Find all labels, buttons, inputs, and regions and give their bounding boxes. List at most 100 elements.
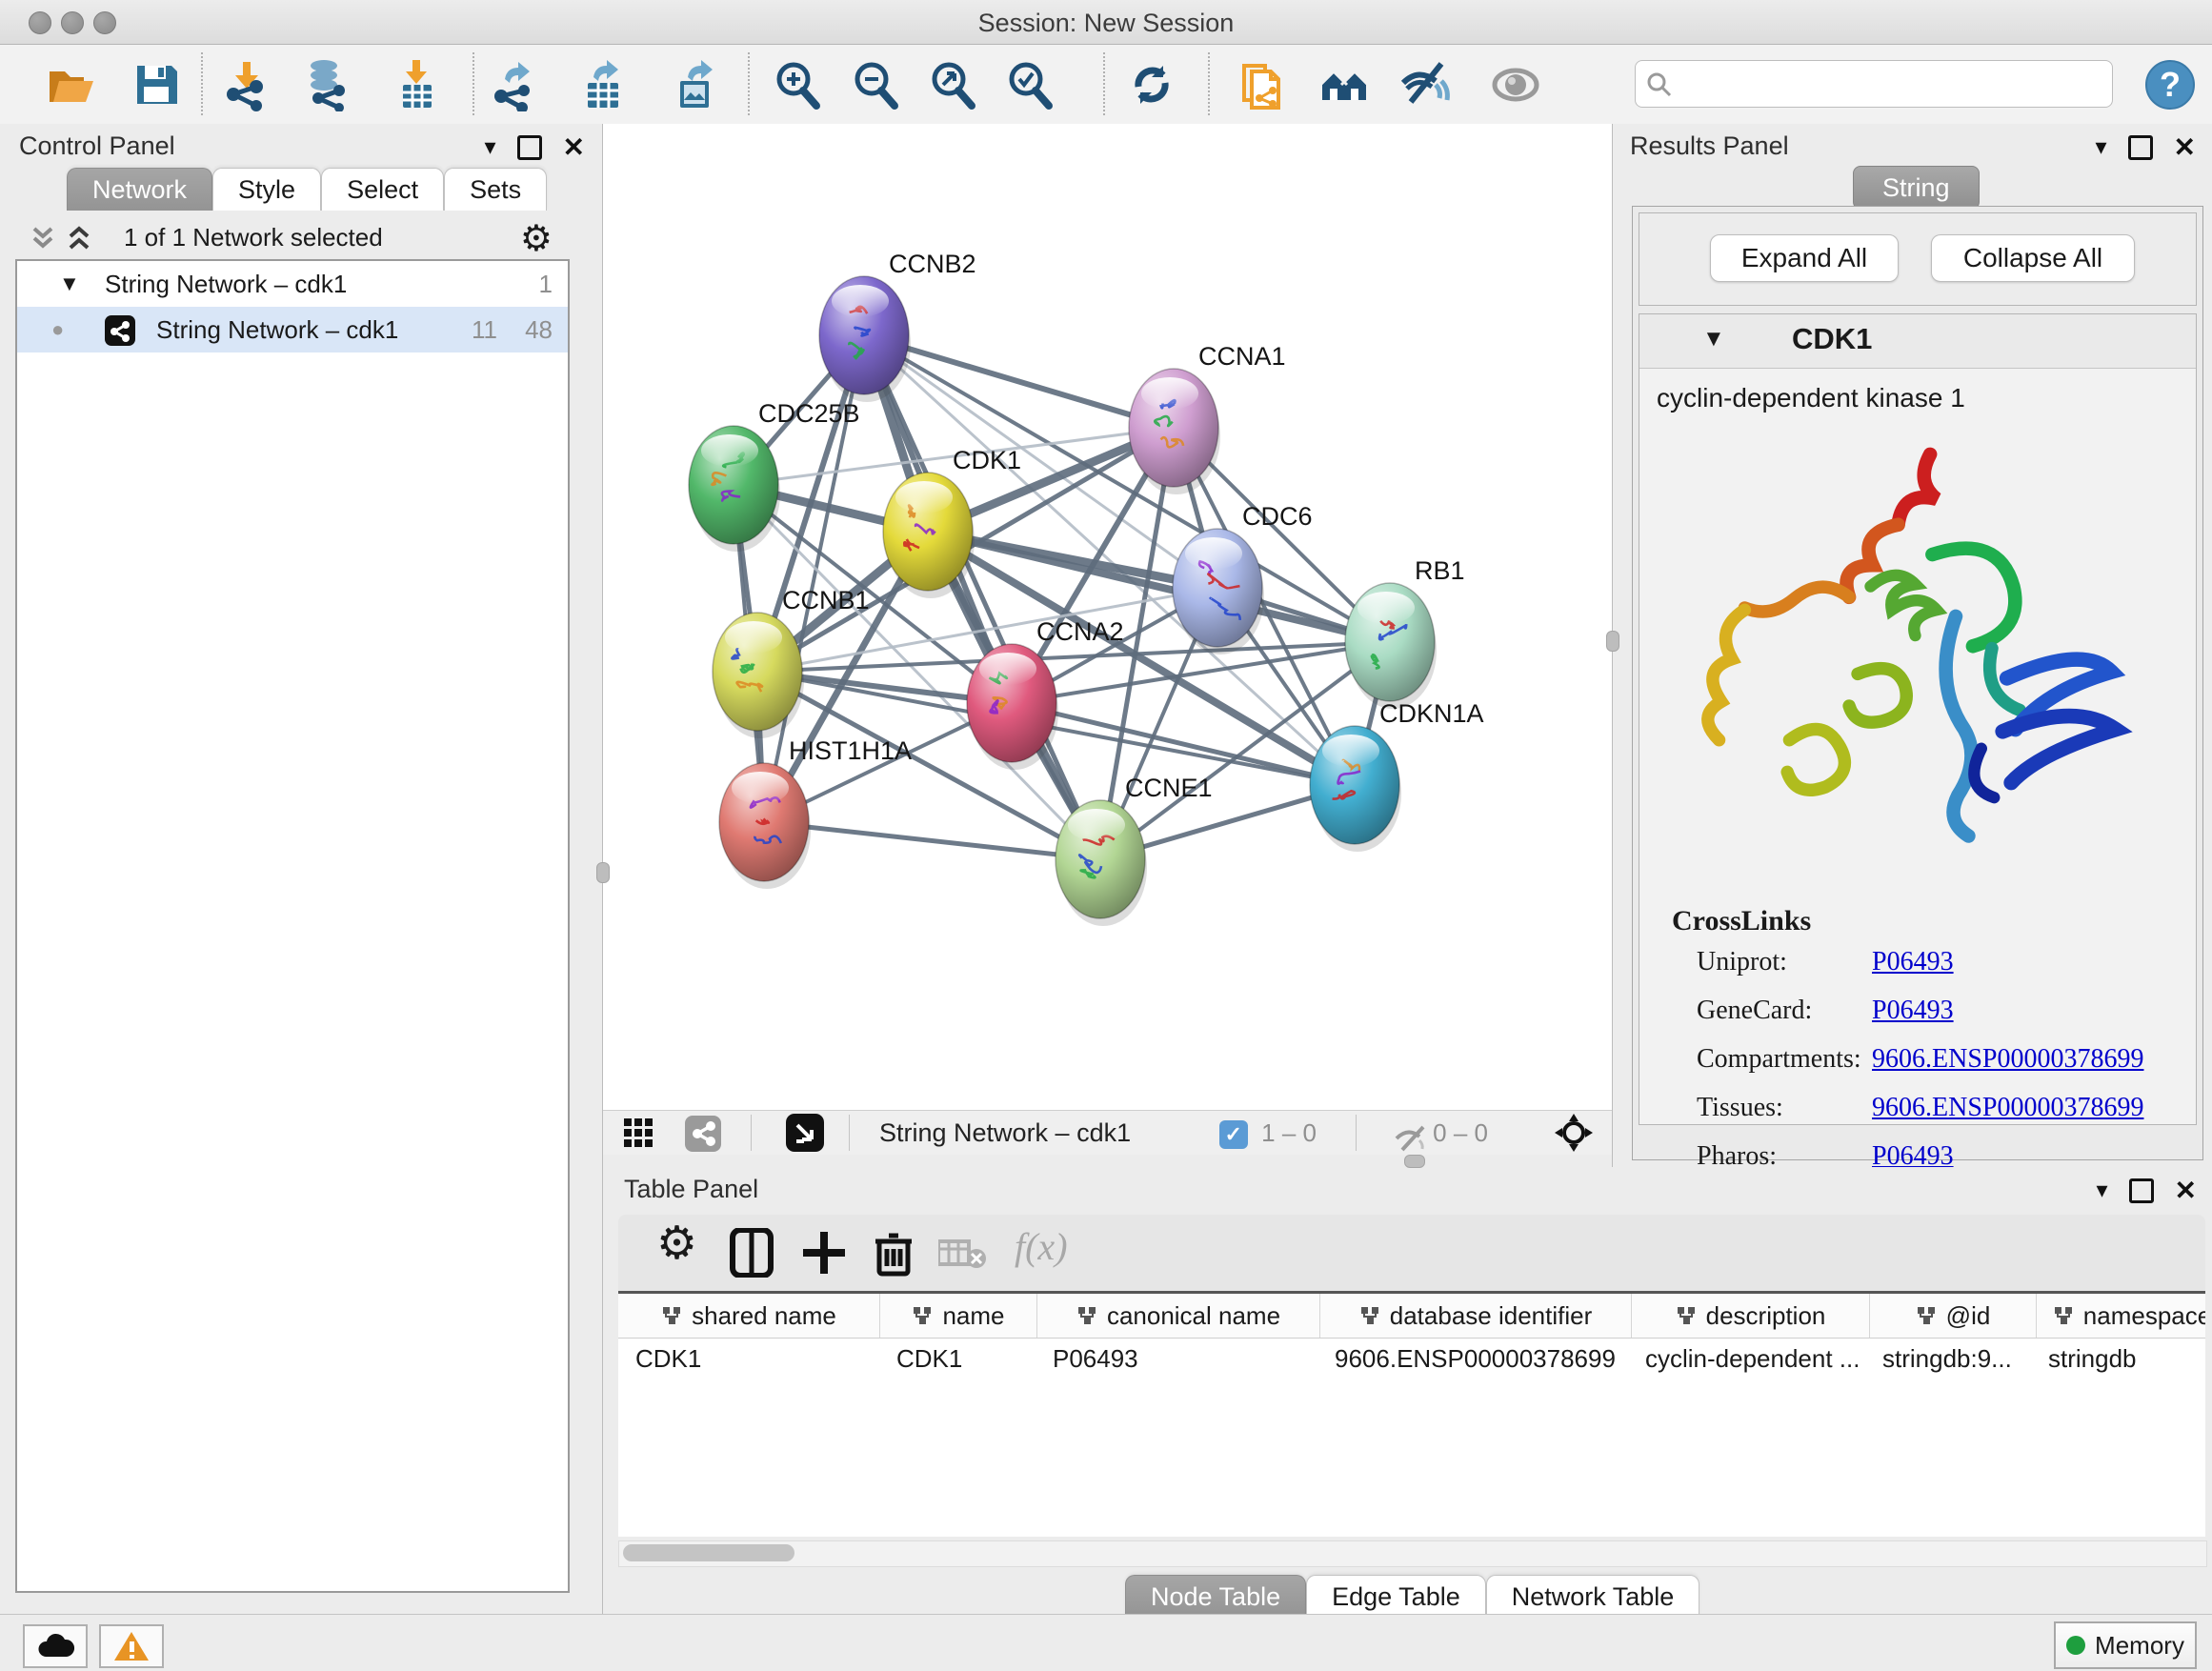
table-settings-gear-icon[interactable]: ⚙ [656,1217,697,1270]
import-database-icon[interactable] [301,58,354,111]
crosslink-link[interactable]: 9606.ENSP00000378699 [1872,1044,2143,1075]
panel-collapse-icon[interactable]: ▾ [484,133,495,161]
gear-icon[interactable]: ⚙ [520,217,553,260]
birdseye-toggle-icon[interactable] [786,1114,824,1157]
crosslink-link[interactable]: 9606.ENSP00000378699 [1872,1093,2143,1123]
column-header-canonical-name[interactable]: canonical name [1037,1294,1320,1338]
panel-close-icon[interactable]: ✕ [2175,1175,2197,1206]
tab-edge-table[interactable]: Edge Table [1306,1575,1486,1618]
tab-network-table[interactable]: Network Table [1486,1575,1700,1618]
node-CDC25B[interactable] [689,426,780,552]
edge-CCNB2-CCNE1[interactable] [864,335,1100,859]
search-field[interactable] [1635,60,2113,108]
network-row-selected[interactable]: ● String Network – cdk1 11 48 [17,307,568,352]
chevron-down-icon[interactable]: ▼ [1702,326,1725,352]
search-input[interactable] [1681,65,2104,101]
node-HIST1H1A[interactable] [719,763,811,889]
show-all-icon[interactable] [1489,58,1542,111]
grid-view-icon[interactable] [624,1118,654,1154]
network-graph[interactable]: CCNB2CCNA1CDC25BCDK1CDC6RB1CCNB1CCNA2CDK… [603,124,1612,1111]
column-header-name[interactable]: name [880,1294,1037,1338]
right-splitter-handle[interactable] [1606,631,1619,652]
panel-float-icon[interactable] [2129,1178,2154,1203]
import-table-icon[interactable] [390,58,443,111]
table-horizontal-scrollbar[interactable] [618,1540,2207,1567]
cloud-button[interactable] [23,1624,88,1668]
zoom-selected-icon[interactable] [1003,58,1056,111]
table-cell[interactable]: CDK1 [618,1339,879,1379]
save-session-icon[interactable] [130,58,183,111]
collapse-all-icon[interactable] [27,223,59,255]
refresh-icon[interactable] [1125,58,1178,111]
first-neighbors-icon[interactable] [1318,58,1372,111]
chevron-down-icon[interactable]: ▼ [59,261,80,307]
tab-style[interactable]: Style [212,168,321,211]
clear-table-icon[interactable] [938,1238,988,1275]
selected-nodes-indicator[interactable]: ✓ 1 – 0 [1219,1118,1317,1149]
export-image-icon[interactable] [669,58,722,111]
import-network-icon[interactable] [220,58,273,111]
tab-select[interactable]: Select [321,168,444,211]
panel-collapse-icon[interactable]: ▾ [2095,133,2106,161]
network-collection-row[interactable]: ▼ String Network – cdk1 1 [17,261,568,307]
show-columns-icon[interactable] [729,1228,774,1282]
column-header-shared-name[interactable]: shared name [618,1294,880,1338]
column-header--id[interactable]: @id [1870,1294,2037,1338]
table-cell[interactable]: P06493 [1036,1339,1317,1379]
panel-close-icon[interactable]: ✕ [2174,131,2196,163]
tab-network[interactable]: Network [67,168,212,211]
zoom-out-icon[interactable] [849,58,902,111]
edge-HIST1H1A-CCNE1[interactable] [764,822,1100,859]
scrollbar-thumb[interactable] [623,1544,794,1561]
open-session-icon[interactable] [44,58,97,111]
left-splitter-handle[interactable] [596,862,610,883]
fit-content-icon[interactable] [1553,1112,1595,1158]
export-network-icon[interactable] [488,58,541,111]
column-header-namespace[interactable]: namespace [2037,1294,2205,1338]
panel-float-icon[interactable] [2128,135,2153,160]
node-CCNE1[interactable] [1056,800,1147,926]
crosslink-link[interactable]: P06493 [1872,947,1954,977]
gene-section-header[interactable]: ▼ CDK1 [1639,314,2196,369]
function-builder-icon[interactable]: f(x) [1015,1224,1068,1269]
hide-selected-icon[interactable] [1399,58,1453,111]
collapse-all-button[interactable]: Collapse All [1931,234,2135,282]
column-header-description[interactable]: description [1632,1294,1870,1338]
table-cell[interactable]: 9606.ENSP00000378699 [1317,1339,1628,1379]
node-CCNA2[interactable] [967,644,1058,770]
tab-string[interactable]: String [1853,166,1980,210]
table-cell[interactable]: CDK1 [879,1339,1036,1379]
table-row[interactable]: CDK1CDK1P064939606.ENSP00000378699cyclin… [618,1339,2205,1379]
panel-float-icon[interactable] [517,135,542,160]
tab-sets[interactable]: Sets [444,168,547,211]
column-header-database-identifier[interactable]: database identifier [1320,1294,1632,1338]
warnings-button[interactable] [99,1624,164,1668]
crosslink-link[interactable]: P06493 [1872,996,1954,1026]
panel-collapse-icon[interactable]: ▾ [2096,1177,2107,1204]
network-share-view-icon[interactable] [685,1116,721,1157]
node-CCNB2[interactable] [819,276,911,402]
memory-button[interactable]: Memory [2054,1621,2197,1669]
node-CDC6[interactable] [1173,529,1264,654]
node-RB1[interactable] [1345,583,1437,709]
table-cell[interactable]: cyclin-dependent ... [1628,1339,1865,1379]
delete-column-icon[interactable] [872,1228,915,1282]
tab-node-table[interactable]: Node Table [1125,1575,1306,1618]
add-column-icon[interactable] [801,1228,847,1282]
bottom-splitter-handle[interactable] [1404,1155,1425,1168]
table-cell[interactable]: stringdb [2031,1339,2205,1379]
expand-all-button[interactable]: Expand All [1710,234,1899,282]
node-CCNB1[interactable] [713,613,804,738]
zoom-fit-icon[interactable] [926,58,979,111]
expand-all-icon[interactable] [63,223,95,255]
network-canvas[interactable]: CCNB2CCNA1CDC25BCDK1CDC6RB1CCNB1CCNA2CDK… [603,124,1612,1155]
hidden-nodes-indicator[interactable]: 0 – 0 [1395,1118,1488,1152]
node-CDK1[interactable] [883,473,975,598]
help-icon[interactable]: ? [2143,58,2197,111]
node-CDKN1A[interactable] [1310,726,1401,852]
zoom-in-icon[interactable] [771,58,824,111]
string-import-icon[interactable] [1237,58,1290,111]
table-cell[interactable]: stringdb:9... [1865,1339,2031,1379]
panel-close-icon[interactable]: ✕ [563,131,585,163]
export-table-icon[interactable] [576,58,630,111]
